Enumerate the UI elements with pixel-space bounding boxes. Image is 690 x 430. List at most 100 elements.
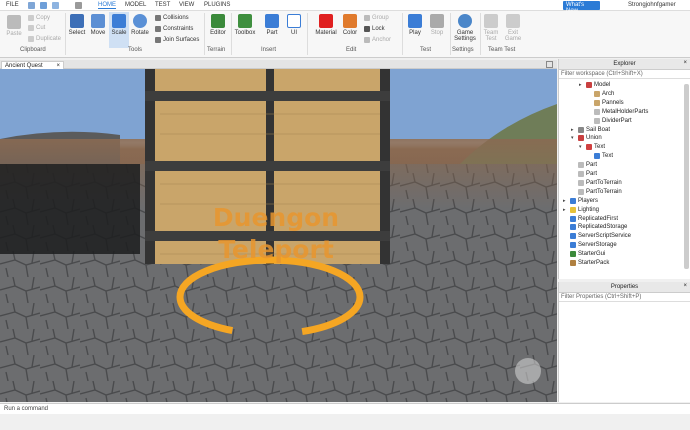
explorer-item[interactable]: StarterGui: [563, 251, 605, 258]
divider: [307, 13, 308, 55]
toolbox-button[interactable]: Toolbox: [233, 14, 257, 36]
explorer-item[interactable]: Pannels: [587, 99, 624, 106]
text-label-icon: [594, 153, 600, 160]
stop-quick-icon[interactable]: [75, 2, 82, 9]
document-tabbar: Ancient Quest ×: [0, 60, 557, 69]
part-icon: [594, 117, 600, 124]
ui-button[interactable]: UI: [286, 14, 302, 36]
lock-button[interactable]: Lock: [364, 26, 385, 32]
maximize-icon[interactable]: [546, 61, 553, 68]
explorer-item[interactable]: ▸ Sail Boat: [571, 126, 610, 133]
explorer-item[interactable]: Part: [571, 162, 598, 169]
paste-label: Paste: [6, 31, 22, 37]
expand-arrow-icon[interactable]: ▾: [571, 135, 576, 141]
constraints-toggle[interactable]: Constraints: [155, 26, 193, 32]
undo-icon[interactable]: [40, 2, 47, 9]
close-icon[interactable]: ×: [683, 283, 687, 289]
explorer-item[interactable]: Arch: [587, 90, 615, 97]
explorer-filter-input[interactable]: Filter workspace (Ctrl+Shift+X): [559, 70, 690, 79]
rotate-button[interactable]: Rotate: [130, 14, 150, 36]
editor-label: Editor: [210, 30, 226, 36]
part-icon: [578, 179, 584, 186]
user-name[interactable]: Strongjohnfgamer: [628, 2, 676, 8]
save-icon[interactable]: [28, 2, 35, 9]
terrain-group-label: Terrain: [207, 47, 226, 53]
menu-model[interactable]: MODEL: [125, 2, 146, 8]
explorer-item[interactable]: ▸ Model: [579, 82, 610, 88]
sign-line-1: Duengon: [212, 203, 340, 232]
menu-test[interactable]: TEST: [155, 2, 170, 8]
stop-button[interactable]: Stop: [428, 14, 446, 36]
divider: [231, 13, 232, 55]
join-surfaces-toggle[interactable]: Join Surfaces: [155, 37, 199, 43]
explorer-item[interactable]: StarterPack: [563, 260, 609, 266]
tools-group-label: Tools: [128, 47, 143, 53]
menu-file[interactable]: FILE: [6, 2, 19, 8]
game-viewport[interactable]: Duengon Teleport: [0, 69, 557, 402]
explorer-item[interactable]: ServerStorage: [563, 242, 617, 249]
copy-button[interactable]: Copy: [28, 15, 50, 21]
play-button[interactable]: Play: [406, 14, 424, 36]
part-button[interactable]: Part: [262, 14, 282, 36]
terrain-editor-button[interactable]: Editor: [207, 14, 229, 36]
jump-button: [515, 358, 541, 384]
expand-arrow-icon[interactable]: ▸: [563, 198, 568, 204]
cut-button[interactable]: Cut: [28, 25, 45, 31]
close-icon[interactable]: ×: [683, 60, 687, 66]
whats-new-button[interactable]: What's New: [563, 1, 600, 14]
move-label: Move: [90, 30, 106, 36]
select-button[interactable]: Select: [68, 14, 86, 36]
menu-view[interactable]: VIEW: [179, 2, 194, 8]
explorer-item-label: Arch: [602, 90, 615, 97]
move-button[interactable]: Move: [89, 14, 107, 36]
explorer-scrollbar[interactable]: [684, 84, 689, 269]
explorer-item[interactable]: ▸ Players: [563, 197, 598, 204]
explorer-item[interactable]: ReplicatedStorage: [563, 224, 627, 231]
scale-button[interactable]: Scale: [109, 12, 129, 48]
part-icon: [578, 171, 584, 177]
explorer-item[interactable]: Text: [587, 153, 613, 160]
explorer-item-label: ServerScriptService: [578, 233, 632, 240]
lock-label: Lock: [372, 26, 385, 32]
menu-plugins[interactable]: PLUGINS: [204, 2, 230, 8]
explorer-item[interactable]: DividerPart: [587, 117, 632, 124]
command-bar[interactable]: Run a command: [0, 403, 690, 414]
redo-icon[interactable]: [52, 2, 59, 9]
explorer-item[interactable]: MetalHolderParts: [587, 108, 648, 115]
expand-arrow-icon[interactable]: ▸: [571, 127, 576, 133]
menu-home[interactable]: HOME: [98, 2, 116, 9]
insert-group-label: Insert: [261, 47, 277, 53]
group-button[interactable]: Group: [364, 15, 389, 21]
replicated-storage-icon: [570, 224, 576, 231]
explorer-item[interactable]: ▾ Text: [579, 144, 605, 151]
lighting-icon: [570, 206, 576, 213]
color-button[interactable]: Color: [341, 14, 359, 36]
explorer-panel: Explorer × Filter workspace (Ctrl+Shift+X…: [558, 59, 690, 279]
game-settings-button[interactable]: Game Settings: [452, 14, 478, 42]
explorer-item-label: Part: [586, 162, 598, 169]
expand-arrow-icon[interactable]: ▸: [579, 82, 584, 88]
tab-ancient-quest[interactable]: Ancient Quest ×: [1, 61, 64, 69]
explorer-item[interactable]: Part: [571, 171, 597, 177]
explorer-item[interactable]: ▸ Lighting: [563, 206, 599, 213]
explorer-item[interactable]: ReplicatedFirst: [563, 215, 618, 222]
explorer-item-label: ServerStorage: [578, 242, 617, 249]
expand-arrow-icon[interactable]: ▸: [563, 207, 568, 213]
divider: [204, 13, 205, 55]
team-test-button[interactable]: Team Test: [482, 14, 500, 42]
exit-game-button[interactable]: Exit Game: [504, 14, 522, 42]
properties-filter-input[interactable]: Filter Properties (Ctrl+Shift+P): [559, 293, 690, 302]
explorer-item[interactable]: PartToTerrain: [571, 179, 622, 186]
expand-arrow-icon[interactable]: ▾: [579, 144, 584, 150]
explorer-item[interactable]: PartToTerrain: [571, 188, 622, 195]
window-bottom: [0, 414, 690, 430]
explorer-item[interactable]: ▾ Union: [571, 135, 602, 142]
explorer-item-label: DividerPart: [602, 117, 632, 124]
material-button[interactable]: Material: [313, 14, 339, 36]
play-icon: [408, 14, 422, 28]
duplicate-button[interactable]: Duplicate: [28, 36, 61, 42]
collisions-toggle[interactable]: Collisions: [155, 15, 189, 21]
paste-button[interactable]: Paste: [5, 15, 23, 37]
explorer-item[interactable]: ServerScriptService: [563, 233, 632, 240]
anchor-button[interactable]: Anchor: [364, 37, 391, 43]
